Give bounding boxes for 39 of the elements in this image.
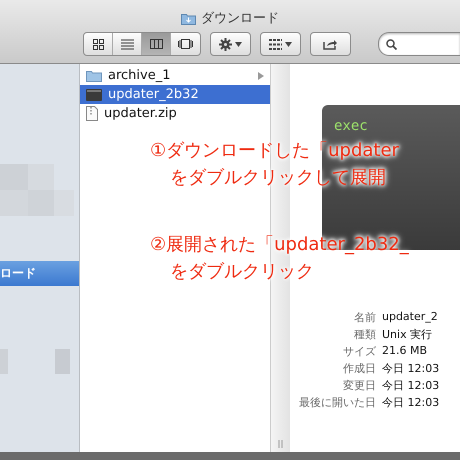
info-label: 最後に開いた日 (298, 395, 376, 410)
window-title: ダウンロード (201, 10, 279, 27)
info-value: Unix 実行 (382, 327, 434, 342)
share-button[interactable] (310, 32, 351, 56)
zip-file-icon (86, 106, 98, 121)
info-label: 種類 (353, 327, 376, 342)
info-value: 21.6 MB (382, 344, 428, 359)
search-field[interactable] (378, 32, 460, 56)
action-menu-button[interactable] (210, 32, 251, 56)
search-icon (386, 38, 397, 50)
info-value: 今日 12:03 (382, 361, 440, 376)
cover-flow-icon (178, 39, 193, 49)
view-button[interactable] (142, 33, 171, 55)
info-label: 名前 (353, 310, 376, 325)
terminal-icon (86, 88, 102, 100)
icon-view-icon (92, 38, 104, 50)
file-row[interactable]: updater_2b32 (80, 85, 270, 104)
chevron-icon (258, 72, 264, 80)
info-value: 今日 12:03 (382, 378, 440, 393)
download-folder-icon (181, 12, 196, 24)
info-label: サイズ (342, 344, 376, 359)
gear-icon (219, 38, 232, 50)
info-label: 変更日 (342, 378, 376, 393)
share-icon (323, 38, 338, 50)
info-label: 作成日 (342, 361, 376, 376)
info-value: updater_2 (382, 310, 439, 325)
caret-icon (235, 42, 242, 46)
info-value: 今日 12:03 (382, 395, 440, 410)
list-icon (120, 38, 134, 50)
arrange-menu-button[interactable] (260, 32, 301, 56)
annotation-text: をダブルクリック (170, 260, 315, 284)
file-row[interactable]: updater.zip (80, 104, 270, 123)
grid-icon (269, 38, 282, 50)
file-row[interactable]: archive_1 (80, 66, 270, 85)
folder-icon (86, 69, 102, 82)
resize-handle-icon (278, 440, 283, 448)
preview-label: exec (334, 118, 368, 134)
columns-icon (150, 39, 162, 49)
caret-icon (285, 42, 292, 46)
